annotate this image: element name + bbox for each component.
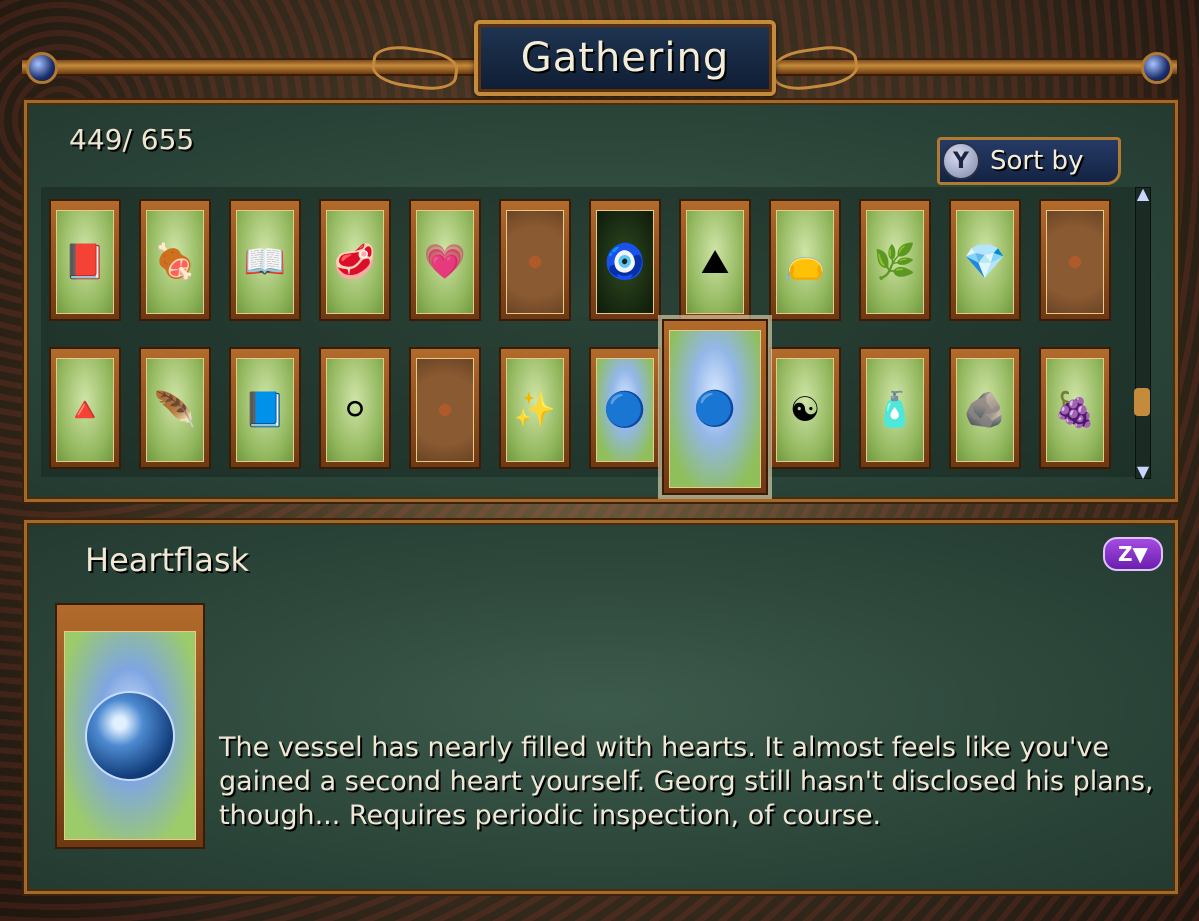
item-card[interactable]: 📖: [229, 199, 301, 321]
detail-panel: Heartflask Z▼ The vessel has nearly fill…: [24, 520, 1178, 894]
knot-ornament-icon: [769, 42, 861, 94]
item-card[interactable]: [409, 347, 481, 469]
title-plate: Gathering: [474, 20, 776, 96]
item-card[interactable]: 📘: [229, 347, 301, 469]
heart-crystal-icon: 💗: [416, 210, 474, 314]
item-card[interactable]: 🍖: [139, 199, 211, 321]
card-back-icon: [506, 210, 564, 314]
item-card[interactable]: 🔺: [49, 347, 121, 469]
z-button-icon[interactable]: Z▼: [1103, 537, 1163, 571]
item-count: 449/ 655: [69, 123, 195, 156]
steak-plate-icon: 🍖: [146, 210, 204, 314]
pearl-icon: ⚪: [326, 358, 384, 462]
open-book-icon: 📖: [236, 210, 294, 314]
black-pouch-icon: 👝: [776, 210, 834, 314]
item-card[interactable]: ✨: [499, 347, 571, 469]
y-button-icon: Y: [942, 142, 980, 180]
diamond-icon: 💎: [956, 210, 1014, 314]
raw-meat-icon: 🥩: [326, 210, 384, 314]
item-grid: 📕 🍖 📖 🥩 💗 🧿 ⛰ 👝 🌿 💎 🔺 🪶 📘 ⚪ ✨ 🔵 🔵 ☯ 🧴 🪨 🍇: [41, 187, 1137, 495]
branch-icon: 🌿: [866, 210, 924, 314]
item-card[interactable]: 🧴: [859, 347, 931, 469]
book-icon: 📕: [56, 210, 114, 314]
item-card[interactable]: 🪨: [949, 347, 1021, 469]
scrollbar[interactable]: ▲ ▼: [1133, 186, 1153, 480]
item-card[interactable]: 📕: [49, 199, 121, 321]
title-banner: Gathering: [22, 20, 1177, 96]
sort-label: Sort by: [990, 146, 1084, 176]
item-card[interactable]: 💎: [949, 199, 1021, 321]
item-card[interactable]: 🥩: [319, 199, 391, 321]
card-back-icon: [416, 358, 474, 462]
banner-orb-icon: [1141, 52, 1173, 84]
inventory-panel: 449/ 655 Y Sort by 📕 🍖 📖 🥩 💗 🧿 ⛰ 👝 🌿 💎 🔺 🪶 📘 ⚪ ✨ 🔵 🔵 ☯ 🧴 🪨 🍇…: [24, 100, 1178, 502]
item-description: The vessel has nearly filled with hearts…: [219, 732, 1154, 831]
card-back-icon: [1046, 210, 1104, 314]
quill-book-icon: 🪶: [146, 358, 204, 462]
ash-pile-icon: ⛰: [686, 210, 744, 314]
item-card[interactable]: 💗: [409, 199, 481, 321]
scroll-down-icon[interactable]: ▼: [1133, 464, 1153, 480]
scroll-up-icon[interactable]: ▲: [1133, 186, 1153, 202]
item-card[interactable]: ⛰: [679, 199, 751, 321]
white-stone-icon: 🪨: [956, 358, 1014, 462]
scroll-thumb[interactable]: [1134, 388, 1150, 416]
selected-item-card: [55, 603, 205, 849]
item-card[interactable]: ☯: [769, 347, 841, 469]
item-card[interactable]: 🧿: [589, 199, 661, 321]
item-card[interactable]: 👝: [769, 199, 841, 321]
item-card[interactable]: ⚪: [319, 347, 391, 469]
item-card[interactable]: [499, 199, 571, 321]
small-heartflask-icon: 🔵: [596, 358, 654, 462]
yin-yang-icon: ☯: [776, 358, 834, 462]
item-name: Heartflask: [85, 541, 250, 579]
sort-button[interactable]: Y Sort by: [937, 137, 1121, 185]
item-card[interactable]: 🍇: [1039, 347, 1111, 469]
knot-ornament-icon: [369, 42, 461, 94]
purple-gems-icon: 🍇: [1046, 358, 1104, 462]
tome-icon: 📘: [236, 358, 294, 462]
item-card[interactable]: 🔵: [589, 347, 661, 469]
item-card[interactable]: 🪶: [139, 347, 211, 469]
item-card[interactable]: 🔵: [662, 319, 768, 495]
heartflask-icon: 🔵: [669, 330, 761, 488]
dark-spire-icon: 🔺: [56, 358, 114, 462]
banner-orb-icon: [26, 52, 58, 84]
heartflask-large-icon: [64, 631, 196, 840]
page-title: Gathering: [520, 35, 730, 81]
potion-bottle-icon: 🧴: [866, 358, 924, 462]
item-card[interactable]: [1039, 199, 1111, 321]
item-card[interactable]: 🌿: [859, 199, 931, 321]
orb-icon: [85, 690, 175, 781]
sparkle-orb-icon: ✨: [506, 358, 564, 462]
blue-creature-icon: 🧿: [596, 210, 654, 314]
